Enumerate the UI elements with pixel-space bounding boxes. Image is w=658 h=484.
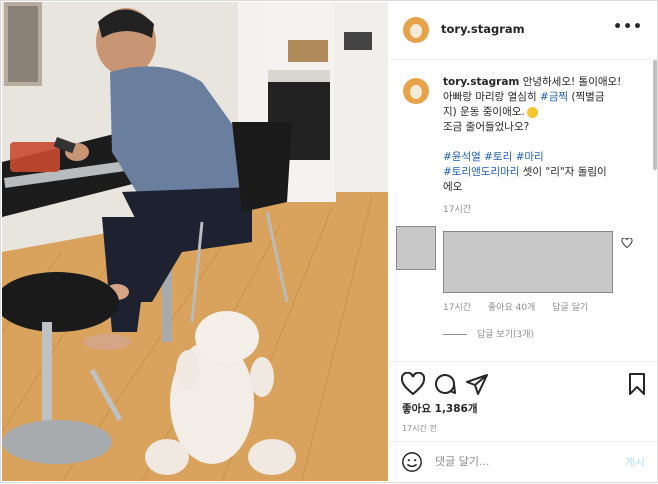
comment-text-redacted: [443, 231, 613, 293]
heart-icon[interactable]: [621, 238, 633, 248]
author-avatar[interactable]: [403, 17, 429, 43]
view-replies-label: 답글 보기(3개): [477, 330, 535, 340]
hashtag-link[interactable]: #금찍: [540, 91, 568, 103]
likes-count[interactable]: 좋아요 1,386개: [402, 401, 478, 416]
caption-text: tory.stagram 안녕하세오! 톨이애오! 아빠랑 마리랑 열심히 #금…: [443, 75, 643, 195]
hashtag-links[interactable]: #윤석열 #토리 #마리: [443, 151, 544, 163]
bookmark-icon[interactable]: [625, 372, 649, 396]
caption-line6: 셋이 "리"자 돌림이: [519, 166, 607, 178]
caption-avatar[interactable]: [403, 78, 429, 104]
caption-time: 17시간: [443, 205, 472, 215]
divider: [443, 334, 467, 335]
comment-input[interactable]: [433, 454, 597, 469]
comment-icon[interactable]: [433, 372, 457, 396]
author-username[interactable]: tory.stagram: [441, 22, 525, 36]
caption-line4: 조금 줄어들었나오?: [443, 121, 530, 133]
comment-time: 17시간: [443, 303, 472, 313]
comments-scrollbar[interactable]: [653, 60, 657, 170]
post-photo: [2, 2, 388, 481]
comments-section: tory.stagram 안녕하세오! 톨이애오! 아빠랑 마리랑 열심히 #금…: [389, 60, 653, 360]
instagram-post-frame: tory.stagram ••• tory.stagram 안녕하세오! 톨이애…: [0, 0, 658, 483]
post-side-panel: tory.stagram ••• tory.stagram 안녕하세오! 톨이애…: [389, 1, 657, 482]
smile-emoji-icon: [526, 106, 538, 118]
post-header: tory.stagram •••: [389, 1, 657, 60]
view-replies-button[interactable]: 답글 보기(3개): [443, 327, 534, 340]
heart-icon[interactable]: [401, 372, 425, 396]
caption-line1: 안녕하세오! 톨이애오!: [519, 76, 622, 88]
comment-meta: 17시간 좋아요 40개 답글 달기: [443, 300, 602, 313]
caption-line3: 지) 운동 중이애오.: [443, 106, 525, 118]
caption-line2b: (찍별금: [568, 91, 605, 103]
emoji-icon[interactable]: [401, 451, 423, 473]
caption-line2a: 아빠랑 마리랑 열심히: [443, 91, 540, 103]
caption-username[interactable]: tory.stagram: [443, 76, 519, 88]
action-bar: 좋아요 1,386개 17시간 전 게시: [389, 361, 657, 484]
comment-composer: 게시: [389, 441, 657, 484]
caption-line7: 에오: [443, 181, 463, 193]
more-dots-icon[interactable]: •••: [613, 19, 643, 35]
comment-likes[interactable]: 좋아요 40개: [488, 303, 535, 313]
reply-button[interactable]: 답글 달기: [552, 303, 588, 313]
post-time: 17시간 전: [402, 424, 437, 433]
share-icon[interactable]: [465, 372, 489, 396]
commenter-avatar-redacted[interactable]: [396, 226, 436, 270]
hashtag-link[interactable]: #토리앤도리마리: [443, 166, 519, 178]
post-comment-button[interactable]: 게시: [625, 454, 645, 470]
